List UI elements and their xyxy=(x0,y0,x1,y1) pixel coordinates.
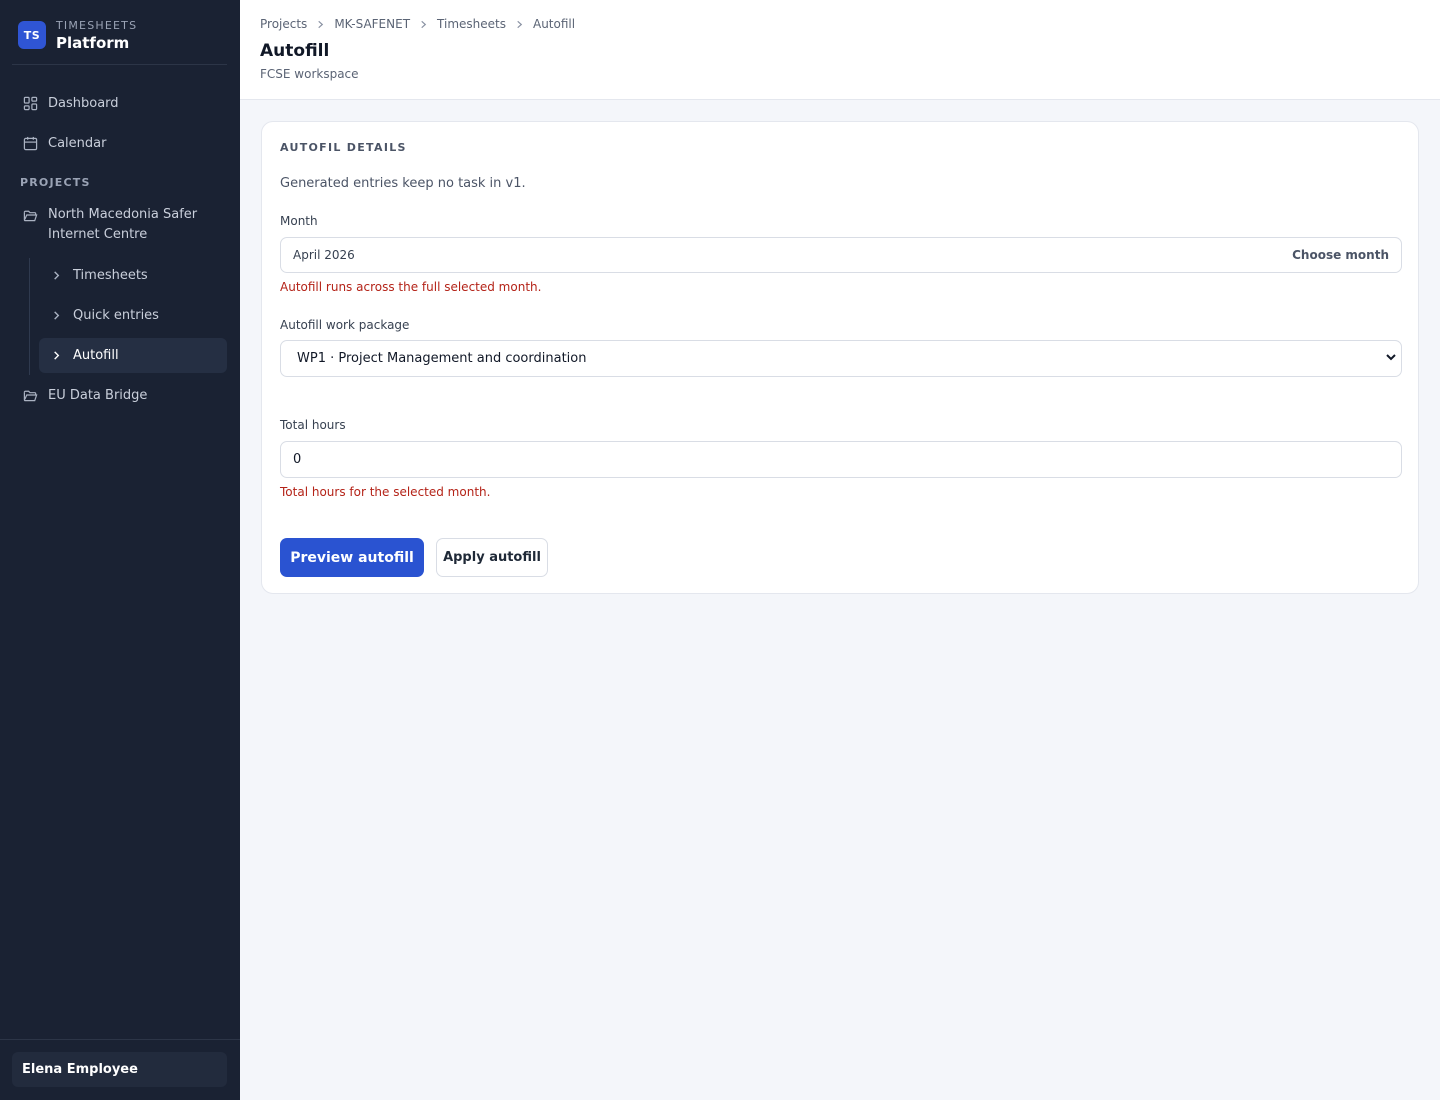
month-picker[interactable]: April 2026 Choose month xyxy=(280,237,1402,273)
chevron-right-icon xyxy=(419,20,428,29)
brand-title: Platform xyxy=(56,34,130,52)
chevron-right-icon xyxy=(515,20,524,29)
chevron-right-icon xyxy=(39,310,73,321)
subnav-timesheets[interactable]: Timesheets xyxy=(39,258,227,293)
month-label: Month xyxy=(280,214,318,228)
subnav-quick-entries[interactable]: Quick entries xyxy=(39,298,227,333)
total-hours-value: 0 xyxy=(293,452,302,467)
chevron-down-icon xyxy=(1385,351,1397,367)
project-label: EU Data Bridge xyxy=(48,387,148,403)
choose-month-button[interactable]: Choose month xyxy=(1292,248,1389,262)
work-package-label: Autofill work package xyxy=(280,318,410,332)
nav-label: Dashboard xyxy=(48,95,119,111)
tree-line xyxy=(29,258,30,375)
preview-autofill-button[interactable]: Preview autofill xyxy=(280,538,424,577)
subnav-label: Autofill xyxy=(73,348,119,363)
total-hours-label: Total hours xyxy=(280,418,346,432)
autofill-card: AUTOFIL DETAILS Generated entries keep n… xyxy=(261,121,1419,594)
breadcrumb-projects[interactable]: Projects xyxy=(260,17,307,31)
projects-section-label: PROJECTS xyxy=(20,176,91,189)
page-header: Projects MK-SAFENET Timesheets Autofill … xyxy=(240,0,1440,100)
page-title: Autofill xyxy=(260,41,330,61)
sidebar: TS TIMESHEETS Platform Dashboard Calenda… xyxy=(0,0,240,1100)
user-menu[interactable]: Elena Employee xyxy=(12,1052,227,1087)
sidebar-divider xyxy=(0,1039,240,1040)
chevron-right-icon xyxy=(39,270,73,281)
breadcrumb-timesheets[interactable]: Timesheets xyxy=(437,17,506,31)
work-package-value: WP1 · Project Management and coordinatio… xyxy=(297,351,587,366)
total-hours-input[interactable]: 0 xyxy=(280,441,1402,478)
chevron-right-icon xyxy=(316,20,325,29)
page-subtitle: FCSE workspace xyxy=(260,67,359,81)
breadcrumb-project-code[interactable]: MK-SAFENET xyxy=(334,17,410,31)
nav-calendar[interactable]: Calendar xyxy=(12,125,227,161)
subnav-label: Quick entries xyxy=(73,308,159,323)
nav-label: Calendar xyxy=(48,135,107,151)
folder-open-icon xyxy=(12,388,48,403)
apply-autofill-button[interactable]: Apply autofill xyxy=(436,538,548,577)
project-item-eu-data-bridge[interactable]: EU Data Bridge xyxy=(12,377,227,413)
chevron-right-icon xyxy=(39,350,73,361)
subnav-label: Timesheets xyxy=(73,268,148,283)
card-description: Generated entries keep no task in v1. xyxy=(280,176,526,191)
project-item-safenet[interactable]: North Macedonia Safer Internet Centre xyxy=(12,205,227,251)
brand-logo: TS xyxy=(18,21,46,49)
user-name: Elena Employee xyxy=(22,1062,138,1077)
folder-open-icon xyxy=(12,205,48,223)
work-package-select[interactable]: WP1 · Project Management and coordinatio… xyxy=(280,340,1402,377)
breadcrumb: Projects MK-SAFENET Timesheets Autofill xyxy=(260,17,575,31)
total-hours-hint: Total hours for the selected month. xyxy=(280,485,491,499)
month-value: April 2026 xyxy=(293,248,355,262)
dashboard-icon xyxy=(12,96,48,111)
brand-kicker: TIMESHEETS xyxy=(56,19,138,32)
breadcrumb-current: Autofill xyxy=(532,17,576,31)
nav-dashboard[interactable]: Dashboard xyxy=(12,85,227,121)
calendar-icon xyxy=(12,136,48,151)
brand: TS TIMESHEETS Platform xyxy=(12,0,227,65)
project-label: North Macedonia Safer Internet Centre xyxy=(48,207,198,242)
subnav-autofill[interactable]: Autofill xyxy=(39,338,227,373)
month-hint: Autofill runs across the full selected m… xyxy=(280,280,542,294)
card-heading: AUTOFIL DETAILS xyxy=(280,141,407,154)
